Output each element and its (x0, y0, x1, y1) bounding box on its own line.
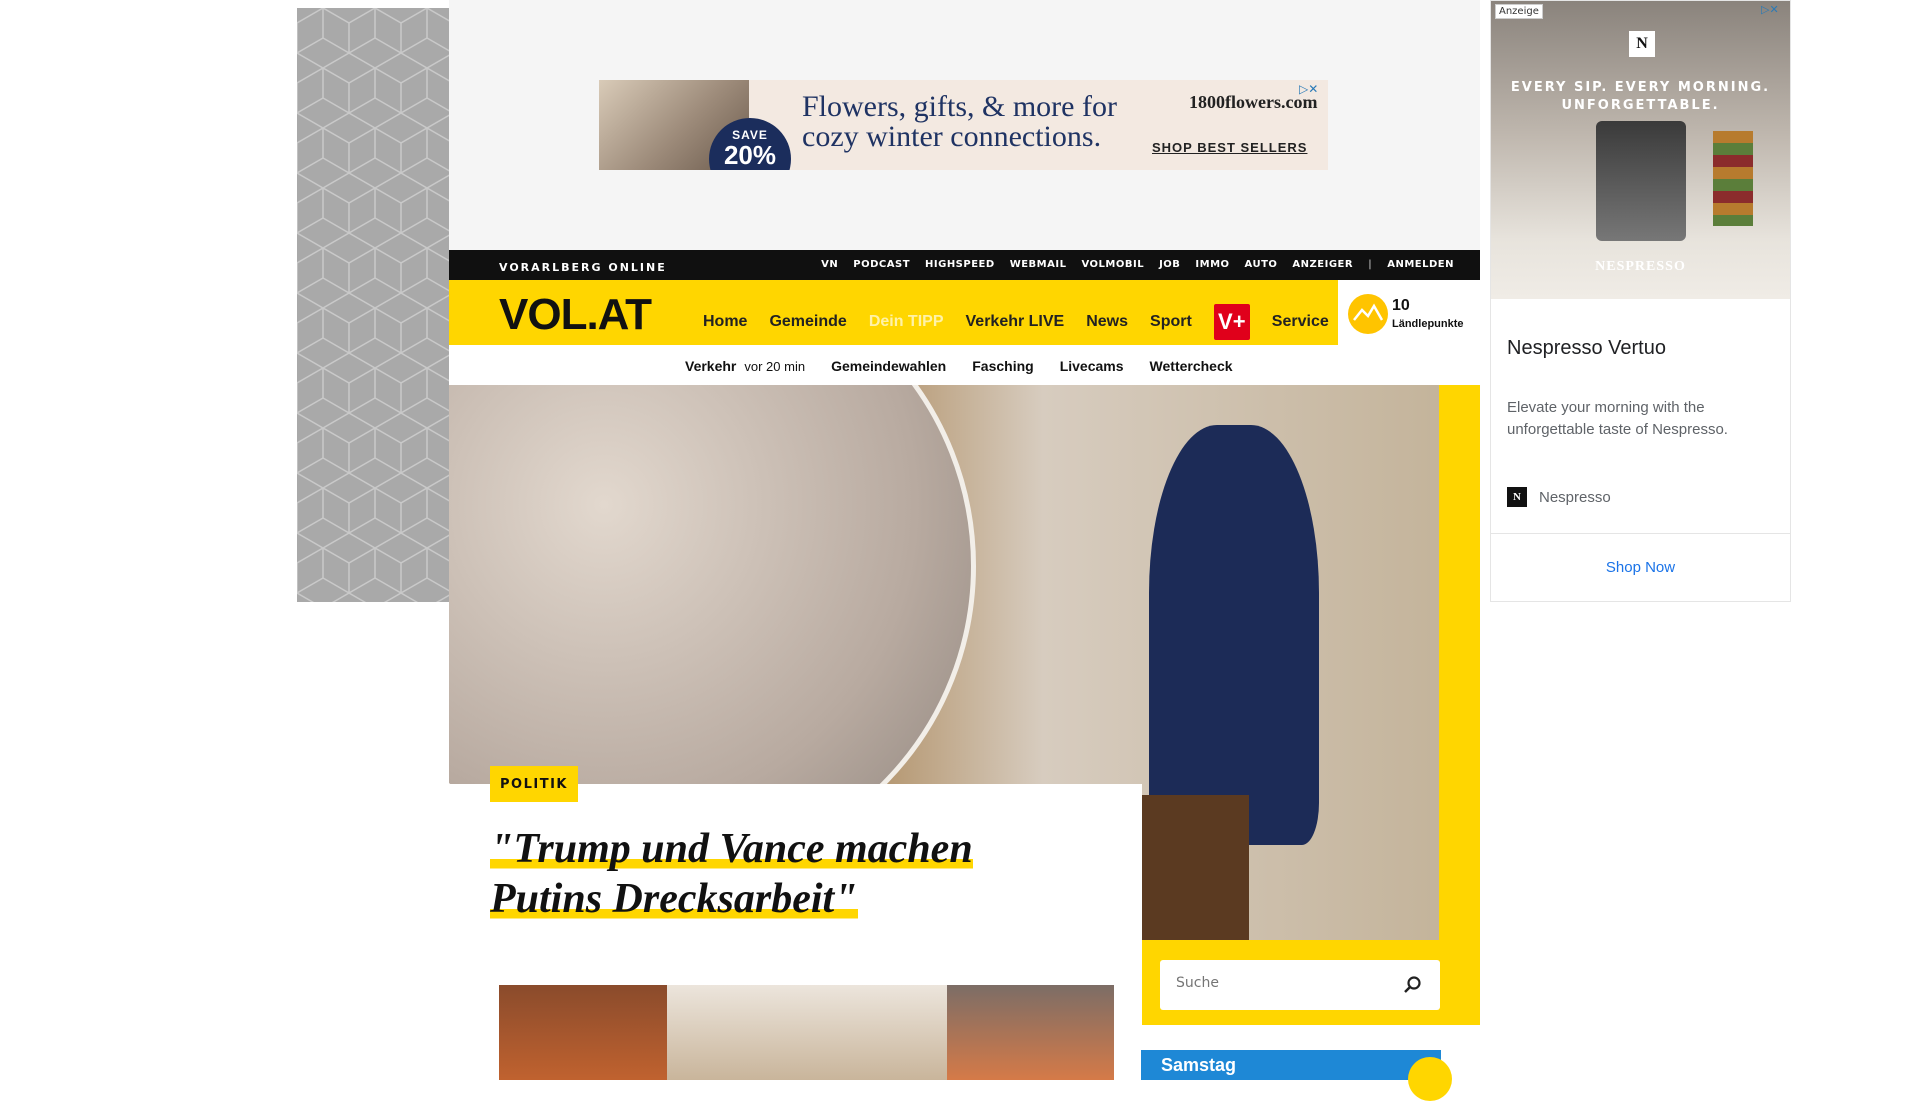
toplink-job[interactable]: JOB (1159, 259, 1180, 270)
ad-cta-link[interactable]: SHOP BEST SELLERS (1152, 140, 1307, 155)
sun-icon (1408, 1057, 1452, 1101)
toplink-volmobil[interactable]: VOLMOBIL (1081, 259, 1144, 270)
toplink-anmelden[interactable]: ANMELDEN (1387, 259, 1454, 270)
toplink-podcast[interactable]: PODCAST (853, 259, 910, 270)
ad-image[interactable]: Anzeige ▷✕ N EVERY SIP. EVERY MORNING. U… (1491, 1, 1790, 299)
hero-headline[interactable]: "Trump und Vance machen Putins Drecksarb… (490, 824, 1050, 924)
ad-image-brand: NESPRESSO (1595, 259, 1686, 274)
toplink-highspeed[interactable]: HIGHSPEED (925, 259, 995, 270)
teaser-image-row (499, 985, 1114, 1080)
hexagon-pattern (297, 8, 449, 602)
points-value: 10 (1392, 297, 1410, 314)
nav-gemeinde[interactable]: Gemeinde (769, 313, 846, 331)
capsule-tower (1713, 131, 1753, 226)
teaser-image[interactable] (667, 985, 947, 1080)
toplink-auto[interactable]: AUTO (1245, 259, 1278, 270)
search-input[interactable] (1176, 975, 1396, 991)
save-percent: 20% (723, 140, 777, 170)
subnav-verkehr-time: vor 20 min (744, 359, 806, 374)
weather-day: Samstag (1161, 1055, 1237, 1075)
nav-sport[interactable]: Sport (1150, 313, 1192, 331)
toplink-webmail[interactable]: WEBMAIL (1010, 259, 1067, 270)
sub-nav: Verkehr vor 20 min Gemeindewahlen Faschin… (449, 345, 1480, 385)
points-widget[interactable]: 10 Ländlepunkte (1338, 280, 1480, 345)
adchoices-close-icon[interactable]: ▷✕ (1761, 3, 1779, 16)
top-links: VN PODCAST HIGHSPEED WEBMAIL VOLMOBIL JO… (821, 259, 1454, 270)
subnav-wettercheck[interactable]: Wettercheck (1150, 358, 1233, 374)
nav-news[interactable]: News (1086, 313, 1128, 331)
coffee-machine (1596, 121, 1686, 241)
ad-title[interactable]: Nespresso Vertuo (1507, 337, 1666, 360)
nav-home[interactable]: Home (703, 313, 747, 331)
toplink-immo[interactable]: IMMO (1195, 259, 1229, 270)
subnav-verkehr[interactable]: Verkehr (685, 358, 736, 374)
toplink-anzeiger[interactable]: ANZEIGER (1292, 259, 1353, 270)
toplink-separator: | (1368, 259, 1373, 270)
shop-now-button[interactable]: Shop Now (1491, 559, 1790, 576)
advertiser-name: Nespresso (1539, 489, 1611, 506)
category-badge[interactable]: POLITIK (490, 766, 578, 802)
left-skin-ad[interactable] (297, 8, 449, 602)
nespresso-logo-icon: N (1629, 31, 1655, 57)
site-network-brand: VORARLBERG ONLINE (499, 261, 667, 274)
nav-dein-tipp[interactable]: Dein TIPP (869, 313, 944, 331)
teaser-image[interactable] (947, 985, 1114, 1080)
advertiser-logo-icon: N (1507, 487, 1527, 507)
ad-label: Anzeige (1495, 4, 1543, 19)
toplink-vn[interactable]: VN (821, 259, 838, 270)
ad-tagline-line-1: EVERY SIP. EVERY MORNING. (1510, 80, 1771, 95)
adchoices-icon[interactable]: ▷✕ (1299, 82, 1318, 96)
mountain-sun-icon (1348, 294, 1388, 334)
subnav-gemeindewahlen[interactable]: Gemeindewahlen (831, 358, 946, 374)
search-icon[interactable] (1402, 975, 1422, 995)
hero-figure (1149, 425, 1319, 845)
sub-nav-items: Verkehr vor 20 min Gemeindewahlen Faschin… (685, 358, 1233, 376)
nav-service[interactable]: Service (1272, 313, 1329, 331)
leaderboard-ad[interactable]: SAVE 20% Flowers, gifts, & more for cozy… (599, 80, 1328, 170)
top-bar: VORARLBERG ONLINE VN PODCAST HIGHSPEED W… (449, 250, 1480, 280)
ad-tagline-line-2: UNFORGETTABLE. (1561, 98, 1720, 113)
ad-tagline: EVERY SIP. EVERY MORNING. UNFORGETTABLE. (1491, 79, 1790, 115)
points-label: Ländlepunkte (1392, 318, 1464, 330)
site-logo[interactable]: VOL.AT (499, 290, 652, 340)
headline-line-1: "Trump und Vance machen (490, 826, 973, 872)
subnav-livecams[interactable]: Livecams (1060, 358, 1124, 374)
main-nav: Home Gemeinde Dein TIPP Verkehr LIVE New… (703, 304, 1329, 340)
right-sidebar-ad[interactable]: Anzeige ▷✕ N EVERY SIP. EVERY MORNING. U… (1490, 0, 1791, 602)
search-box (1160, 960, 1440, 1010)
headline-line-2: Putins Drecksarbeit" (490, 876, 858, 922)
ad-headline: Flowers, gifts, & more for cozy winter c… (802, 90, 1117, 153)
vplus-button[interactable]: V+ (1213, 304, 1250, 340)
main-header: VOL.AT Home Gemeinde Dein TIPP Verkehr L… (449, 280, 1480, 345)
ad-description: Elevate your morning with the unforgetta… (1507, 399, 1728, 438)
nav-verkehr-live[interactable]: Verkehr LIVE (966, 313, 1065, 331)
teaser-image[interactable] (499, 985, 667, 1080)
subnav-verkehr-group[interactable]: Verkehr vor 20 min (685, 358, 805, 376)
subnav-fasching[interactable]: Fasching (972, 358, 1033, 374)
weather-widget[interactable]: Samstag (1141, 1050, 1452, 1101)
ad-divider (1491, 533, 1790, 534)
